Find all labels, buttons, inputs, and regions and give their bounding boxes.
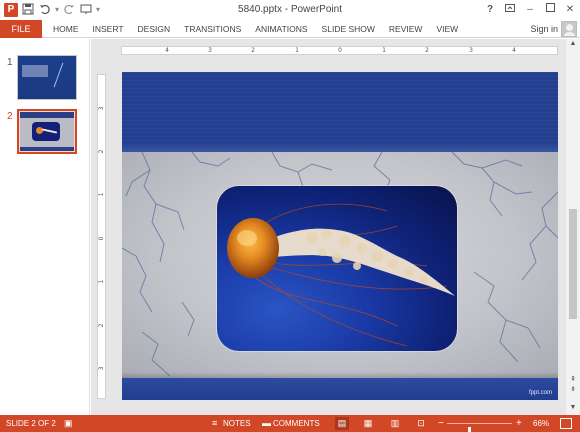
window-controls: ? – ✕ — [480, 0, 580, 20]
ribbon-display-options-icon[interactable] — [500, 0, 520, 20]
ruler-label: 1 — [98, 192, 105, 197]
thumbnail-preview — [20, 112, 74, 151]
slide-footer-text: fppt.com — [528, 390, 552, 396]
jellyfish-illustration — [227, 203, 455, 347]
avatar[interactable] — [561, 21, 577, 37]
fit-slide-to-window-icon[interactable] — [560, 418, 572, 429]
ruler-label: 2 — [98, 149, 105, 154]
ruler-label: 3 — [98, 366, 105, 371]
tab-transitions[interactable]: TRANSITIONS — [177, 20, 248, 38]
next-slide-icon[interactable]: ⇟ — [566, 385, 580, 395]
close-button[interactable]: ✕ — [560, 0, 580, 20]
powerpoint-window: P ▾ ▾ 5840.pptx - PowerPoint ? – ✕ FILE … — [0, 0, 580, 432]
slide-footer-band — [122, 378, 558, 400]
scrollbar-thumb[interactable] — [569, 209, 577, 319]
reading-view-icon[interactable]: ▥ — [388, 417, 402, 430]
ruler-label: 4 — [512, 47, 516, 54]
ribbon-tab-list: HOME INSERT DESIGN TRANSITIONS ANIMATION… — [46, 20, 465, 38]
zoom-out-button[interactable]: − — [438, 415, 444, 432]
sign-in-link[interactable]: Sign in — [530, 20, 558, 38]
ruler-label: 4 — [165, 47, 169, 54]
quick-access-toolbar: P ▾ ▾ — [4, 2, 100, 18]
zoom-level[interactable]: 66% — [533, 415, 549, 432]
scroll-up-icon[interactable]: ▲ — [566, 39, 580, 49]
tab-home[interactable]: HOME — [46, 20, 86, 38]
tab-file[interactable]: FILE — [0, 20, 42, 38]
powerpoint-logo-icon: P — [4, 3, 18, 17]
zoom-slider-thumb[interactable] — [468, 427, 472, 432]
notes-button[interactable]: NOTES — [223, 415, 251, 432]
previous-slide-icon[interactable]: ⇞ — [566, 375, 580, 385]
customize-icon[interactable]: ▾ — [96, 3, 100, 17]
zoom-slider[interactable] — [447, 423, 512, 432]
ruler-label: 1 — [98, 279, 105, 284]
slide-show-icon[interactable]: ⊡ — [414, 417, 428, 430]
ruler-label: 1 — [382, 47, 386, 54]
ruler-label: 0 — [338, 47, 342, 54]
ruler-label: 3 — [469, 47, 473, 54]
slide-canvas[interactable]: fppt.com — [122, 72, 558, 400]
horizontal-ruler[interactable]: 4 3 2 1 0 1 2 3 4 — [121, 46, 558, 55]
jellyfish-picture[interactable] — [217, 186, 457, 351]
maximize-button[interactable] — [540, 0, 560, 20]
spell-check-icon[interactable]: ▣ — [64, 415, 73, 432]
tab-insert[interactable]: INSERT — [86, 20, 131, 38]
redo-icon[interactable] — [62, 3, 76, 17]
ruler-label: 3 — [208, 47, 212, 54]
slide-header-band — [122, 72, 558, 152]
slide-number: 1 — [7, 57, 13, 68]
slide-thumbnail-image[interactable] — [17, 55, 77, 100]
notes-icon: ≡ — [212, 418, 218, 428]
comments-button[interactable]: COMMENTS — [273, 415, 320, 432]
ruler-label: 0 — [98, 236, 105, 241]
slide-thumbnail-image-selected[interactable] — [17, 109, 77, 154]
slide-header-fade — [122, 142, 558, 152]
ruler-label: 2 — [98, 323, 105, 328]
comments-icon: ▬ — [262, 418, 271, 428]
ruler-label: 3 — [98, 106, 105, 111]
normal-view-icon[interactable]: ▤ — [335, 417, 349, 430]
minimize-button[interactable]: – — [520, 0, 540, 20]
zoom-in-button[interactable]: + — [516, 415, 522, 432]
lightning-graphic — [53, 62, 64, 88]
undo-icon[interactable] — [38, 3, 52, 17]
status-bar: SLIDE 2 OF 2 ▣ ≡ NOTES ▬ COMMENTS ▤ ▦ ▥ … — [0, 415, 580, 432]
slide-thumbnail-pane: 1 2 — [0, 39, 90, 415]
slide-indicator: SLIDE 2 OF 2 — [6, 419, 56, 428]
scroll-down-icon[interactable]: ▼ — [566, 403, 580, 413]
tab-design[interactable]: DESIGN — [131, 20, 178, 38]
tab-slide-show[interactable]: SLIDE SHOW — [315, 20, 382, 38]
help-button[interactable]: ? — [480, 0, 500, 20]
thumbnail-preview — [18, 56, 76, 99]
tab-view[interactable]: VIEW — [429, 20, 465, 38]
ribbon-tabs: FILE HOME INSERT DESIGN TRANSITIONS ANIM… — [0, 20, 580, 38]
slide-thumbnail-2[interactable]: 2 — [0, 109, 90, 157]
title-bar: P ▾ ▾ 5840.pptx - PowerPoint ? – ✕ — [0, 0, 580, 20]
ruler-label: 1 — [295, 47, 299, 54]
save-icon[interactable] — [21, 3, 35, 17]
vertical-ruler[interactable]: 3 2 1 0 1 2 3 — [97, 74, 106, 399]
thumbnail-title-box — [22, 65, 48, 77]
undo-dropdown-icon[interactable]: ▾ — [55, 3, 59, 17]
jellyfish-bell — [227, 218, 279, 278]
tab-review[interactable]: REVIEW — [382, 20, 430, 38]
thumbnail-jellyfish-picture — [32, 122, 60, 141]
ruler-label: 2 — [425, 47, 429, 54]
slide-thumbnail-1[interactable]: 1 — [0, 55, 90, 103]
vertical-scrollbar[interactable]: ▲ ⇞ ⇟ ▼ — [566, 39, 580, 415]
ruler-label: 2 — [251, 47, 255, 54]
slide-sorter-icon[interactable]: ▦ — [361, 417, 375, 430]
slide-number: 2 — [7, 111, 13, 122]
tab-animations[interactable]: ANIMATIONS — [248, 20, 314, 38]
start-from-beginning-icon[interactable] — [79, 3, 93, 17]
